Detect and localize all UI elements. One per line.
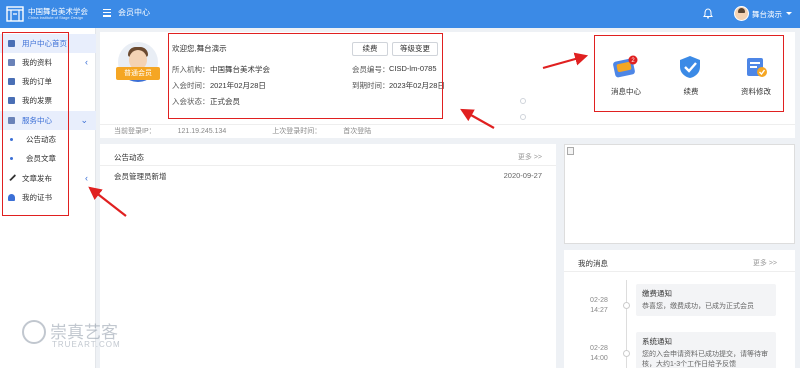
message-title: 系统通知 bbox=[642, 337, 672, 346]
login-info: 当前登录IP： 121.19.245.134 上次登录时间： 首次登陆 bbox=[100, 124, 795, 138]
announcement-date: 2020-09-27 bbox=[503, 171, 542, 180]
watermark-subtext: TRUEART.COM bbox=[52, 340, 121, 349]
announcements-panel: 公告动态 更多 >> 会员管理员新增 2020-09-27 bbox=[100, 144, 556, 368]
divider bbox=[564, 271, 795, 272]
highlight-box-shortcuts bbox=[594, 35, 784, 112]
timeline-node bbox=[623, 350, 630, 357]
carousel-dot[interactable] bbox=[520, 98, 526, 104]
broken-image-icon bbox=[567, 147, 574, 155]
messages-panel: 我的消息 更多 >> 02-28 14:27 缴费通知 恭喜您，缴费成功，已成为… bbox=[564, 250, 795, 368]
user-name[interactable]: 舞台演示 bbox=[752, 9, 782, 20]
user-avatar[interactable] bbox=[734, 6, 749, 21]
timeline-node bbox=[623, 302, 630, 309]
more-link[interactable]: 更多 >> bbox=[753, 258, 777, 268]
last-login-label: 上次登录时间： bbox=[272, 128, 322, 135]
logo-mark-icon bbox=[6, 6, 24, 22]
member-level-badge: 普通会员 bbox=[116, 67, 160, 80]
current-ip-label: 当前登录IP： bbox=[114, 128, 156, 135]
divider bbox=[100, 165, 556, 166]
message-card[interactable]: 缴费通知 恭喜您，缴费成功，已成为正式会员 bbox=[636, 284, 776, 316]
chevron-left-icon[interactable]: ‹ bbox=[85, 53, 88, 72]
chevron-down-icon[interactable] bbox=[786, 12, 792, 15]
highlight-box-sidebar bbox=[2, 32, 69, 216]
tab-member-center[interactable]: 会员中心 bbox=[118, 7, 150, 18]
banner-image bbox=[564, 144, 795, 244]
last-login-value: 首次登陆 bbox=[343, 128, 372, 135]
message-timestamp: 02-28 14:00 bbox=[590, 345, 608, 362]
list-item[interactable]: 会员管理员新增 2020-09-27 bbox=[114, 171, 542, 182]
message-timestamp: 02-28 14:27 bbox=[590, 297, 608, 314]
message-body: 恭喜您，缴费成功，已成为正式会员 bbox=[642, 303, 754, 310]
announcement-title[interactable]: 会员管理员新增 bbox=[114, 172, 167, 181]
message-card[interactable]: 系统通知 您的入会申请资料已成功提交，请等待审核，大约1-3个工作日给予反馈 bbox=[636, 332, 776, 368]
chevron-down-icon[interactable]: ⌄ bbox=[80, 111, 88, 130]
current-ip: 121.19.245.134 bbox=[177, 128, 227, 135]
more-link[interactable]: 更多 >> bbox=[518, 152, 542, 162]
site-logo[interactable]: 中国舞台美术学会 China Institute of Stage Design bbox=[6, 4, 98, 24]
message-body: 您的入会申请资料已成功提交，请等待审核，大约1-3个工作日给予反馈 bbox=[642, 351, 768, 368]
carousel-dot[interactable] bbox=[520, 114, 526, 120]
panel-title: 公告动态 bbox=[114, 153, 144, 162]
menu-toggle-icon[interactable] bbox=[103, 9, 111, 17]
panel-title: 我的消息 bbox=[578, 259, 608, 268]
logo-subtext: China Institute of Stage Design bbox=[28, 15, 84, 20]
message-title: 缴费通知 bbox=[642, 289, 672, 298]
watermark: 崇真艺客 TRUEART.COM bbox=[22, 318, 142, 358]
chevron-left-icon[interactable]: ‹ bbox=[85, 169, 88, 188]
bell-icon[interactable] bbox=[703, 8, 713, 19]
top-bar: 中国舞台美术学会 China Institute of Stage Design… bbox=[0, 0, 800, 28]
highlight-box-profile bbox=[168, 33, 443, 119]
watermark-logo-icon bbox=[22, 320, 46, 344]
